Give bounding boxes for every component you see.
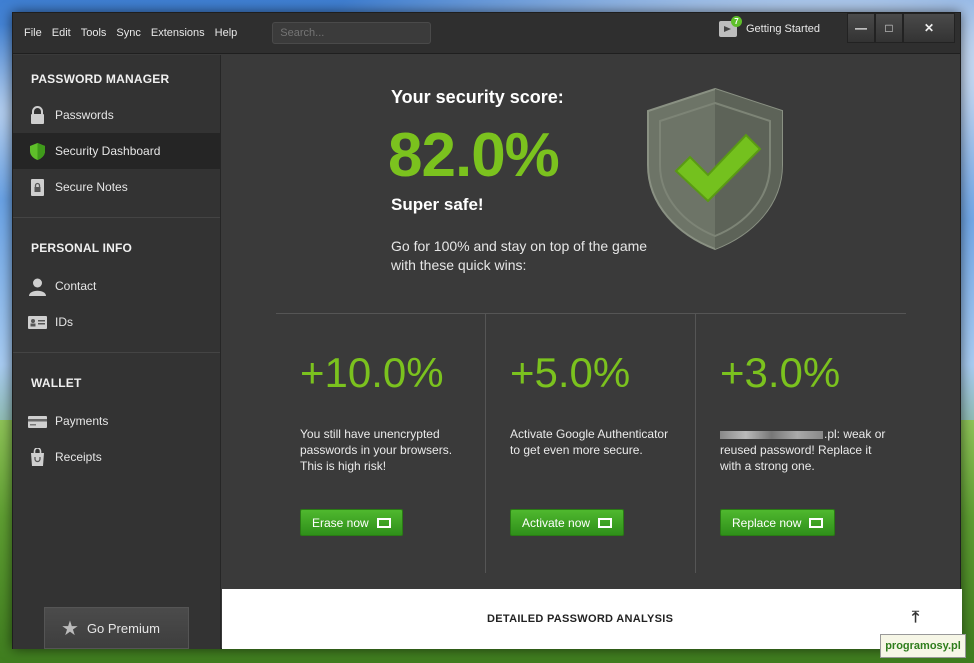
- sidebar-item-passwords[interactable]: Passwords: [13, 97, 220, 133]
- maximize-button[interactable]: □: [875, 13, 903, 43]
- sidebar-item-security-dashboard[interactable]: Security Dashboard: [13, 133, 220, 169]
- go-premium-label: Go Premium: [86, 620, 160, 636]
- lock-icon: [28, 105, 47, 125]
- search-input[interactable]: [272, 22, 432, 44]
- score-title: Your security score:: [391, 87, 564, 107]
- window-controls: — □ ✕: [847, 13, 955, 43]
- credit-card-icon: [28, 412, 47, 431]
- quick-win-percent: +3.0%: [720, 349, 841, 396]
- menu-extensions[interactable]: Extensions: [151, 27, 205, 39]
- menu-file[interactable]: File: [24, 27, 42, 39]
- getting-started-button[interactable]: 7 Getting Started: [719, 16, 820, 37]
- shield-icon: [28, 142, 47, 161]
- sidebar-item-payments[interactable]: Payments: [13, 403, 220, 439]
- sidebar-item-secure-notes[interactable]: Secure Notes: [13, 169, 220, 205]
- button-label: Erase now: [312, 515, 369, 530]
- external-window-icon: [376, 517, 391, 528]
- title-bar: File Edit Tools Sync Extensions Help 7 G…: [13, 13, 960, 54]
- section-header: WALLET: [31, 376, 82, 390]
- sidebar-item-receipts[interactable]: Receipts: [13, 439, 220, 475]
- sidebar: PASSWORD MANAGER Passwords Security Dash…: [13, 55, 221, 649]
- quick-win-text: Activate Google Authenticator to get eve…: [510, 427, 669, 457]
- sidebar-item-contact[interactable]: Contact: [13, 268, 220, 304]
- quick-win-percent: +5.0%: [510, 349, 631, 396]
- menu-sync[interactable]: Sync: [116, 27, 140, 39]
- sidebar-section-wallet: WALLET Payments Receipts: [13, 353, 220, 475]
- quick-win-text: .pl: weak or reused password! Replace it…: [720, 426, 890, 474]
- minimize-button[interactable]: —: [847, 13, 875, 43]
- quick-win-card: +10.0% You still have unencrypted passwo…: [276, 313, 486, 573]
- detailed-analysis-label: DETAILED PASSWORD ANALYSIS: [487, 613, 674, 625]
- getting-started-label: Getting Started: [746, 23, 820, 35]
- quick-win-text: You still have unencrypted passwords in …: [300, 427, 453, 473]
- external-window-icon: [809, 517, 824, 528]
- sidebar-item-label: Passwords: [55, 108, 114, 122]
- score-value: 82.0%: [388, 121, 560, 190]
- sidebar-section-password-manager: PASSWORD MANAGER Passwords Security Dash…: [13, 55, 220, 218]
- security-dashboard: Your security score: 82.0% Super safe! G…: [222, 55, 962, 649]
- menu-edit[interactable]: Edit: [52, 27, 71, 39]
- sidebar-section-personal-info: PERSONAL INFO Contact IDs: [13, 218, 220, 353]
- external-window-icon: [598, 517, 613, 528]
- section-header: PERSONAL INFO: [31, 241, 133, 255]
- sidebar-item-label: Payments: [55, 414, 109, 428]
- score-verdict: Super safe!: [391, 195, 484, 214]
- erase-now-button[interactable]: Erase now: [300, 509, 403, 536]
- quick-win-percent: +10.0%: [300, 349, 444, 396]
- app-window: File Edit Tools Sync Extensions Help 7 G…: [12, 12, 962, 649]
- getting-started-icon: 7: [719, 16, 742, 37]
- note-lock-icon: [28, 178, 47, 197]
- replace-now-button[interactable]: Replace now: [720, 509, 836, 536]
- id-card-icon: [28, 313, 47, 332]
- menu-bar: File Edit Tools Sync Extensions Help: [24, 27, 247, 39]
- scroll-top-icon[interactable]: ⤒: [912, 609, 919, 627]
- receipt-icon: [28, 446, 47, 467]
- person-icon: [28, 277, 47, 296]
- security-shield-icon: [642, 85, 788, 258]
- sidebar-item-label: Receipts: [55, 450, 102, 464]
- quick-win-card: +5.0% Activate Google Authenticator to g…: [486, 313, 696, 573]
- section-header: PASSWORD MANAGER: [31, 72, 170, 86]
- redacted-domain: [720, 430, 823, 439]
- sidebar-item-label: Contact: [55, 279, 97, 293]
- quick-wins: +10.0% You still have unencrypted passwo…: [276, 313, 906, 573]
- button-label: Replace now: [732, 515, 802, 530]
- star-icon: ★: [61, 617, 79, 640]
- close-button[interactable]: ✕: [903, 13, 955, 43]
- sidebar-item-label: IDs: [55, 315, 73, 329]
- sidebar-item-label: Secure Notes: [55, 180, 128, 194]
- notification-badge: 7: [731, 16, 742, 27]
- activate-now-button[interactable]: Activate now: [510, 509, 625, 536]
- menu-tools[interactable]: Tools: [81, 27, 107, 39]
- sidebar-item-label: Security Dashboard: [55, 144, 161, 158]
- score-description: Go for 100% and stay on top of the game …: [391, 238, 648, 273]
- quick-win-card: +3.0% .pl: weak or reused password! Repl…: [696, 313, 906, 573]
- sidebar-item-ids[interactable]: IDs: [13, 304, 220, 340]
- go-premium-button[interactable]: ★ Go Premium: [44, 607, 189, 649]
- button-label: Activate now: [522, 515, 591, 530]
- detailed-analysis-bar[interactable]: DETAILED PASSWORD ANALYSIS ⤒: [222, 589, 962, 649]
- watermark: programosy.pl: [880, 634, 966, 658]
- menu-help[interactable]: Help: [215, 27, 238, 39]
